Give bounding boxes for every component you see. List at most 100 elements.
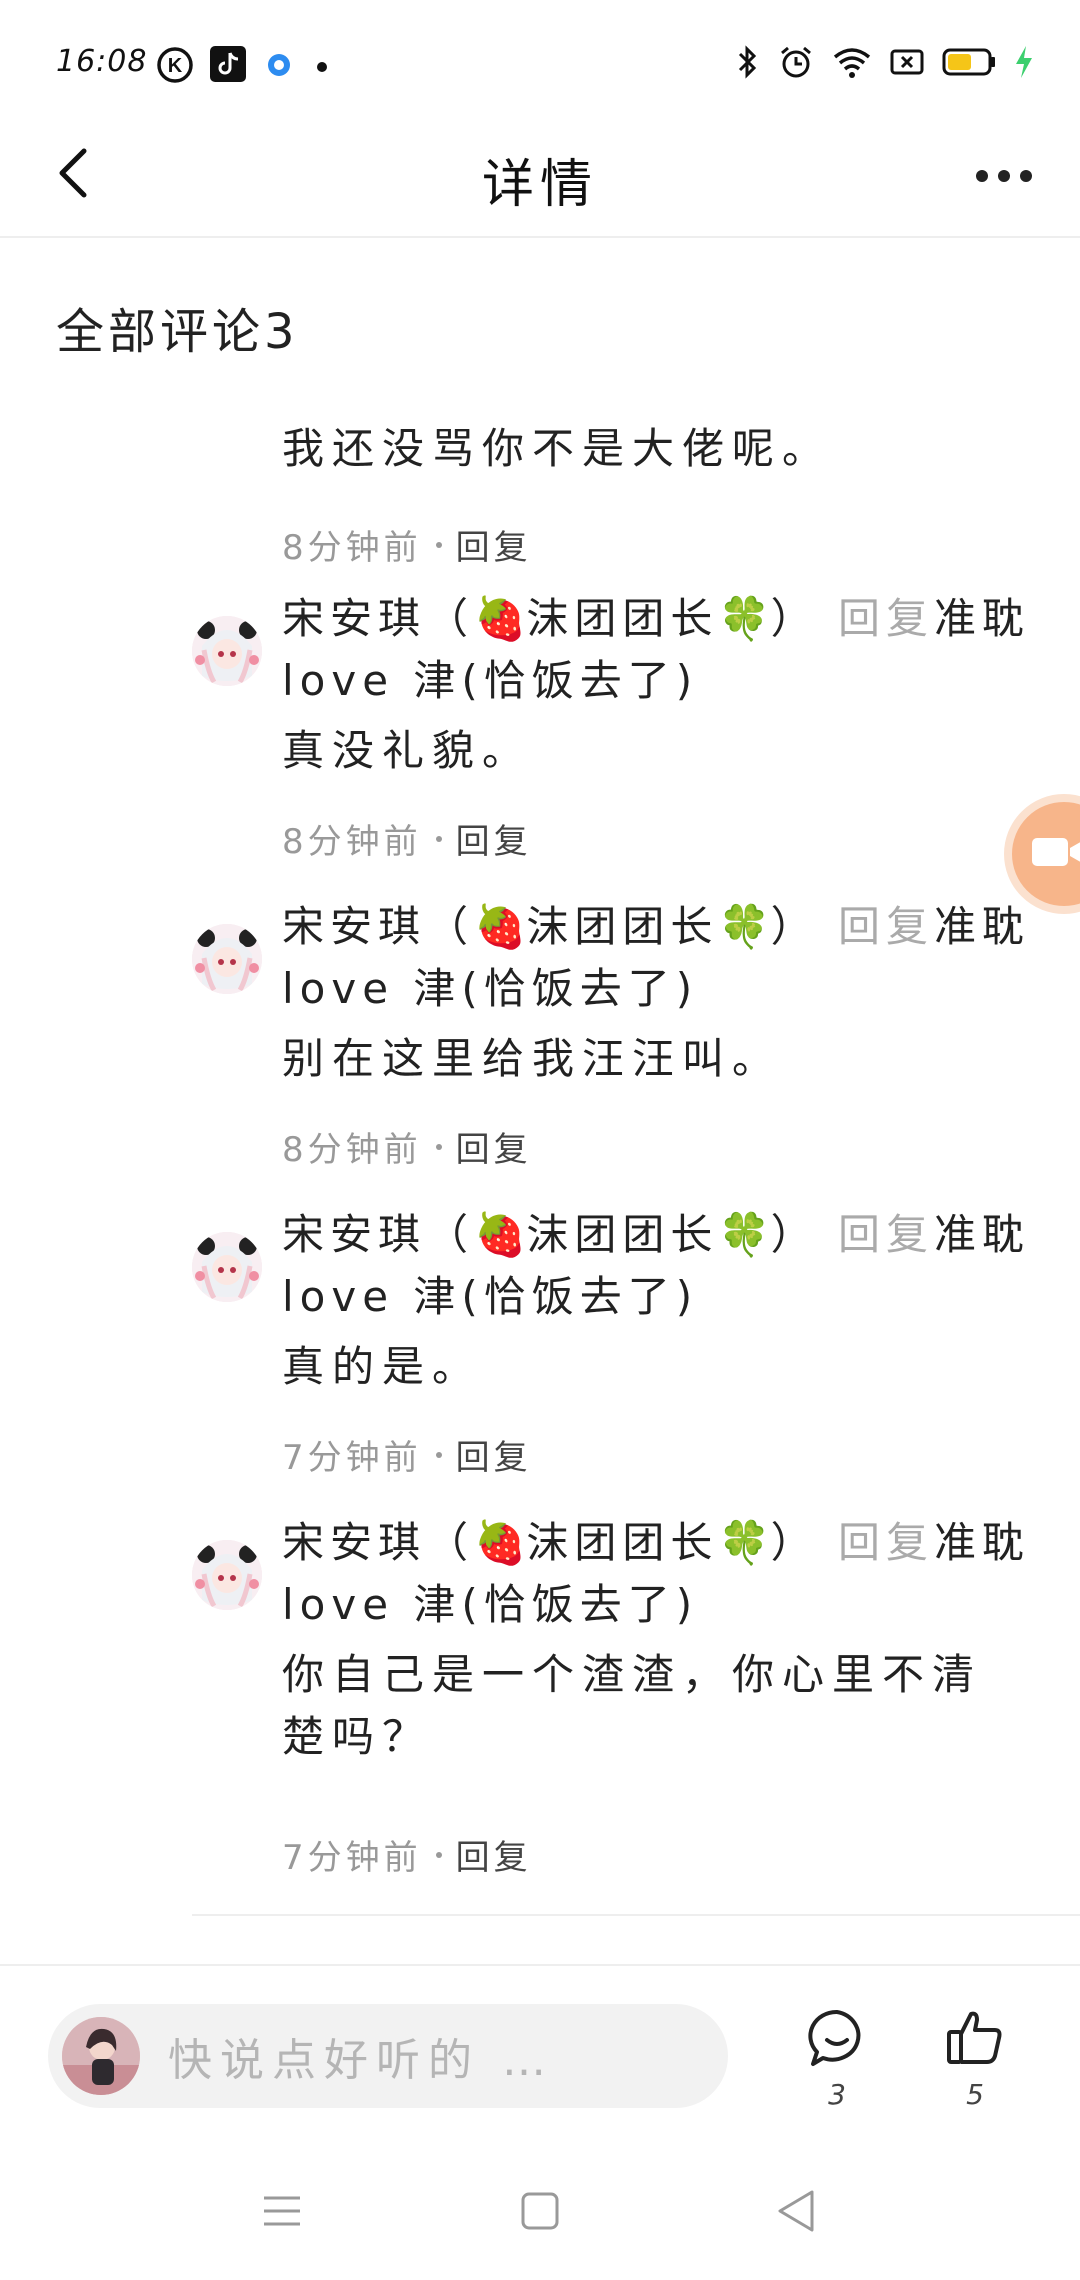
dot-icon [316,58,328,77]
author-name-end[interactable]: ） [771,1518,819,1567]
reply-text: 真的是。 [282,1342,483,1391]
reply-target[interactable]: 准耽 [934,594,1030,643]
reply-word: 回复 [838,594,935,643]
blue-ring-icon [266,52,292,82]
status-bar: 16:08 K [0,0,1080,120]
menu-button[interactable] [252,2188,312,2238]
alarm-icon [778,44,814,84]
reply-word: 回复 [838,902,935,951]
reply-target-name[interactable]: love 津(恰饭去了) [282,1580,698,1629]
reply-target[interactable]: 准耽 [934,902,1030,951]
strawberry-icon: 🍓 [474,594,527,643]
top-reply-text: 我还没骂你不是大佬呢。 [282,424,833,473]
reply-target-name[interactable]: love 津(恰饭去了) [282,656,698,705]
timestamp: 8分钟前 [282,1130,422,1170]
author-name[interactable]: 宋安琪（ [282,1518,474,1567]
reply-meta: 8分钟前 回复 [282,814,532,863]
reply-target[interactable]: 准耽 [934,1210,1030,1259]
reply-author-line: 宋安琪（🍓沫团团长🍀） 回复准耽 love 津(恰饭去了) [282,1512,1042,1636]
avatar [62,2017,140,2095]
more-dot [998,170,1010,182]
reply-target-name[interactable]: love 津(恰饭去了) [282,1272,698,1321]
svg-text:K: K [168,55,183,77]
separator-dot [435,1851,442,1858]
comment-input[interactable]: 快说点好听的 … [48,2004,728,2108]
page-header: 详情 [0,120,1080,238]
top-reply-meta: 8分钟前 回复 [282,520,532,569]
clover-icon: 🍀 [718,1518,771,1567]
more-button[interactable] [964,146,1044,206]
separator-dot [435,1143,442,1150]
like-count: 5 [966,2078,984,2111]
reply-link[interactable]: 回复 [456,1122,532,1171]
avatar[interactable] [192,924,262,994]
charging-icon [1014,45,1034,83]
clover-icon: 🍀 [718,1210,771,1259]
separator-dot [435,1451,442,1458]
avatar[interactable] [192,1540,262,1610]
square-home-icon [520,2191,560,2235]
author-name-end[interactable]: ） [771,1210,819,1259]
timestamp: 7分钟前 [282,1838,422,1878]
comment-button[interactable]: 3 [792,2006,882,2111]
reply-author-line: 宋安琪（🍓沫团团长🍀） 回复准耽 love 津(恰饭去了) [282,588,1042,712]
author-title[interactable]: 沫团团长 [526,1518,718,1567]
comment-count: 3 [828,2078,846,2111]
page-title: 详情 [481,155,598,215]
bottom-action-bar: 快说点好听的 … 3 5 [0,1964,1080,2130]
author-name[interactable]: 宋安琪（ [282,594,474,643]
triangle-back-icon [776,2189,816,2237]
sim-off-icon [890,48,924,80]
author-name-end[interactable]: ） [771,594,819,643]
reply-author-line: 宋安琪（🍓沫团团长🍀） 回复准耽 love 津(恰饭去了) [282,896,1042,1020]
home-button[interactable] [510,2188,570,2238]
reply-meta: 7分钟前 回复 [282,1430,532,1479]
strawberry-icon: 🍓 [474,902,527,951]
clover-icon: 🍀 [718,594,771,643]
comments-section-title: 全部评论3 [56,304,299,360]
author-name[interactable]: 宋安琪（ [282,902,474,951]
reply-link[interactable]: 回复 [456,814,532,863]
status-time: 16:08 [56,44,148,79]
reply-text: 别在这里给我汪汪叫。 [282,1034,783,1083]
reply-link[interactable]: 回复 [456,520,532,569]
reply-target[interactable]: 准耽 [934,1518,1030,1567]
reply-text: 你自己是一个渣渣，你心里不清楚吗？ [282,1650,983,1761]
tiktok-icon [210,46,246,86]
like-button[interactable]: 5 [930,2006,1020,2111]
avatar[interactable] [192,616,262,686]
timestamp: 8分钟前 [282,822,422,862]
reply-link[interactable]: 回复 [456,1830,532,1879]
bluetooth-icon [736,44,760,84]
timestamp: 7分钟前 [282,1438,422,1478]
menu-lines-icon [262,2194,302,2232]
wifi-icon [832,45,872,83]
reply-word: 回复 [838,1210,935,1259]
separator-dot [435,541,442,548]
separator-dot [435,835,442,842]
system-back-button[interactable] [766,2188,826,2238]
author-title[interactable]: 沫团团长 [526,902,718,951]
reply-author-line: 宋安琪（🍓沫团团长🍀） 回复准耽 love 津(恰饭去了) [282,1204,1042,1328]
input-placeholder: 快说点好听的 … [168,2035,554,2086]
clover-icon: 🍀 [718,902,771,951]
divider [192,1914,1080,1916]
reply-word: 回复 [838,1518,935,1567]
strawberry-icon: 🍓 [474,1210,527,1259]
more-dot [1020,170,1032,182]
more-dots-icon [976,170,988,182]
author-name-end[interactable]: ） [771,902,819,951]
k-circle-icon: K [156,46,194,88]
comment-bubble-icon [805,2009,869,2074]
thumbs-up-icon [943,2011,1007,2074]
strawberry-icon: 🍓 [474,1518,527,1567]
author-title[interactable]: 沫团团长 [526,1210,718,1259]
reply-link[interactable]: 回复 [456,1430,532,1479]
battery-icon [942,47,996,81]
timestamp: 8分钟前 [282,528,422,568]
author-name[interactable]: 宋安琪（ [282,1210,474,1259]
reply-meta: 7分钟前 回复 [282,1830,532,1879]
avatar[interactable] [192,1232,262,1302]
author-title[interactable]: 沫团团长 [526,594,718,643]
reply-target-name[interactable]: love 津(恰饭去了) [282,964,698,1013]
